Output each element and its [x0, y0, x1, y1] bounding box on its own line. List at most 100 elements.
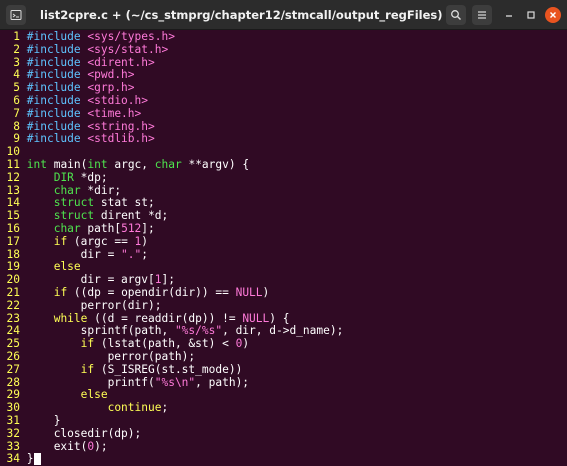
code-token: DIR: [53, 170, 74, 184]
minimize-button[interactable]: [501, 7, 517, 23]
code-token: #include: [26, 42, 88, 56]
code-token: main(: [46, 158, 88, 171]
code-token: if: [80, 362, 95, 376]
code-token: (argc ==: [67, 234, 135, 248]
code-token: stat st;: [94, 196, 155, 210]
code-token: <time.h>: [87, 106, 142, 120]
code-token: (S_ISREG(st.st_mode)): [94, 362, 243, 376]
line-number: 31: [6, 414, 20, 427]
code-token: , path);: [195, 375, 250, 389]
close-button[interactable]: [545, 7, 561, 23]
code-token: closedir(dp);: [26, 426, 142, 440]
line-number: 16: [6, 222, 20, 235]
code-token: ((d = readdir(dp)) !=: [87, 311, 243, 325]
code-token: "%s\n": [154, 375, 196, 389]
code-token: argc,: [107, 158, 155, 171]
close-icon: [550, 12, 556, 18]
code-token: struct: [53, 196, 95, 210]
code-token: #include: [26, 119, 88, 133]
code-token: ".": [121, 247, 142, 261]
code-token: struct: [53, 209, 95, 223]
code-token: (lstat(path, &st) <: [94, 337, 236, 351]
code-token: #include: [26, 94, 88, 107]
code-token: }: [26, 452, 34, 466]
code-token: #include: [26, 55, 88, 69]
line-number: 11: [6, 158, 20, 171]
line-number: 17: [6, 234, 20, 248]
code-token: else: [80, 388, 108, 402]
code-token: int: [87, 158, 108, 171]
code-token: while: [53, 311, 88, 325]
line-number: 34: [6, 452, 20, 466]
code-token: ];: [161, 273, 175, 287]
code-token: ): [141, 234, 149, 248]
code-token: else: [53, 260, 81, 274]
code-token: 512: [121, 222, 142, 235]
terminal-menu-button[interactable]: [6, 5, 26, 25]
hamburger-menu-icon: [478, 11, 486, 19]
code-token: NULL: [242, 311, 270, 325]
line-number: 22: [6, 298, 20, 312]
line-number: 32: [6, 426, 20, 440]
minimize-icon: [506, 15, 512, 17]
code-token: <dirent.h>: [87, 55, 155, 69]
code-token: continue: [107, 401, 162, 415]
code-token: char: [53, 222, 81, 235]
code-token: , dir, d->d_name);: [222, 324, 344, 338]
code-token: #include: [26, 132, 88, 146]
code-token: if: [80, 337, 95, 351]
code-token: #include: [26, 81, 88, 95]
code-token: char: [154, 158, 182, 171]
code-token: perror(dir);: [26, 298, 162, 312]
code-token: ) {: [269, 311, 290, 325]
code-token: <grp.h>: [87, 81, 135, 95]
code-token: dir = argv[: [26, 273, 155, 287]
terminal-icon: [10, 10, 22, 20]
line-number: 12: [6, 170, 20, 184]
search-button[interactable]: [446, 5, 466, 25]
code-token: ): [262, 286, 270, 299]
text-cursor: [33, 453, 41, 466]
code-token: if: [53, 286, 68, 299]
search-icon: [451, 10, 461, 20]
code-token: perror(path);: [26, 350, 196, 363]
code-token: char: [53, 183, 81, 197]
maximize-button[interactable]: [523, 7, 539, 23]
vim-editor-area[interactable]: 1 #include <sys/types.h> 2 #include <sys/…: [0, 30, 567, 466]
code-token: ): [242, 337, 250, 351]
code-token: <string.h>: [87, 119, 155, 133]
line-number: 7: [13, 106, 20, 120]
menu-button[interactable]: [472, 5, 492, 25]
line-number: 1: [13, 30, 20, 43]
code-token: printf(: [26, 375, 155, 389]
code-line[interactable]: 34 }: [0, 452, 41, 466]
line-number: 27: [6, 362, 20, 376]
code-token: ;: [161, 401, 169, 415]
code-token: ;: [141, 247, 149, 261]
code-token: <stdio.h>: [87, 94, 148, 107]
code-token: <pwd.h>: [87, 68, 135, 82]
code-token: }: [26, 414, 61, 427]
code-token: #include: [26, 68, 88, 82]
line-number: 6: [13, 94, 20, 107]
code-token: *dp;: [73, 170, 108, 184]
code-token: ((dp = opendir(dir)) ==: [67, 286, 236, 299]
code-token: sprintf(path,: [26, 324, 175, 338]
code-token: path[: [80, 222, 122, 235]
code-token: *dir;: [80, 183, 122, 197]
code-token: **argv) {: [181, 158, 250, 171]
code-token: if: [53, 234, 68, 248]
code-token: exit(: [26, 439, 88, 453]
title-bar[interactable]: list2cpre.c + (~/cs_stmprg/chapter12/stm…: [0, 0, 567, 30]
code-token: <sys/types.h>: [87, 30, 175, 43]
